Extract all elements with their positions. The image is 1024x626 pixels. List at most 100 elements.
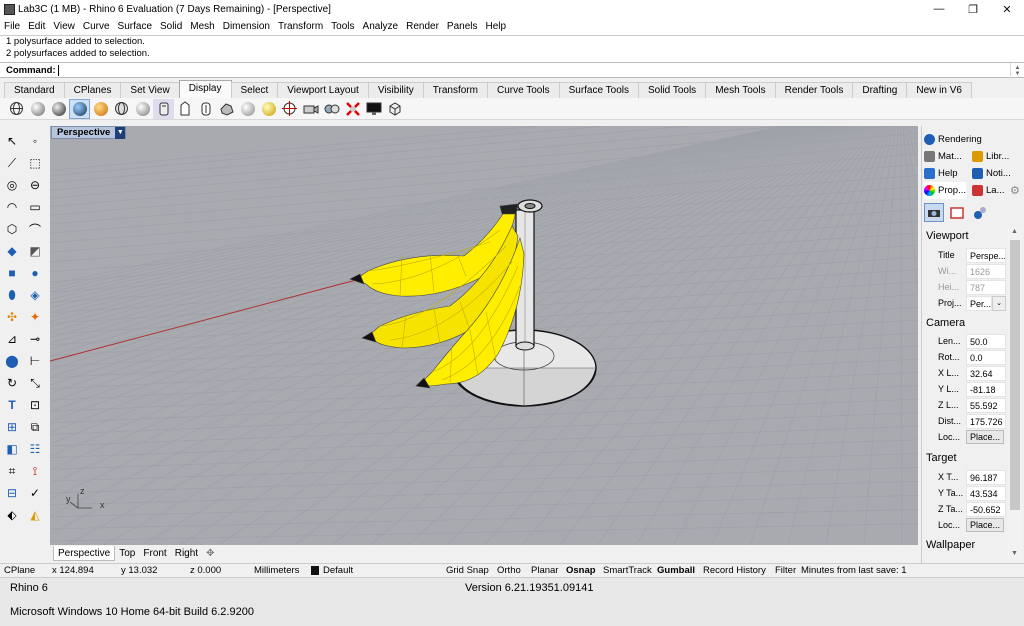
- toggle-smarttrack[interactable]: SmartTrack: [603, 565, 652, 576]
- tab-transform[interactable]: Transform: [422, 82, 488, 98]
- close-button[interactable]: ✕: [990, 0, 1024, 18]
- prop-value[interactable]: -50.652: [966, 501, 1006, 517]
- menu-tools[interactable]: Tools: [327, 21, 358, 32]
- prop-value[interactable]: 43.534: [966, 485, 1006, 501]
- light-icon[interactable]: [321, 99, 342, 119]
- shaded-icon[interactable]: [27, 99, 48, 119]
- render-icon[interactable]: ⬤: [2, 351, 22, 371]
- split-icon[interactable]: ⊢: [25, 351, 45, 371]
- ellipse-icon[interactable]: ⊖: [25, 175, 45, 195]
- menu-curve[interactable]: Curve: [79, 21, 114, 32]
- command-scrollbar[interactable]: ▲ ▼: [1010, 63, 1024, 79]
- panel-tab-layers[interactable]: La...: [972, 182, 1005, 199]
- wireframe-icon[interactable]: [6, 99, 27, 119]
- explode-icon[interactable]: ⬖: [2, 505, 22, 525]
- menu-panels[interactable]: Panels: [443, 21, 482, 32]
- tab-new-in-v6[interactable]: New in V6: [906, 82, 972, 98]
- chevron-down-icon[interactable]: ⌄: [992, 295, 1006, 311]
- trim-icon[interactable]: ⊸: [25, 329, 45, 349]
- analyze-icon[interactable]: ✣: [2, 307, 22, 327]
- surface-icon[interactable]: ◆: [2, 241, 22, 261]
- panel-tab-rendering[interactable]: Rendering: [924, 131, 982, 148]
- status-cplane[interactable]: CPlane: [4, 565, 35, 576]
- panel-tab-materials[interactable]: Mat...: [924, 148, 962, 165]
- rendered-icon[interactable]: [48, 99, 69, 119]
- tab-drafting[interactable]: Drafting: [852, 82, 908, 98]
- tab-visibility[interactable]: Visibility: [367, 82, 424, 98]
- tab-cplanes[interactable]: CPlanes: [63, 82, 122, 98]
- xray-icon[interactable]: [90, 99, 111, 119]
- viewport-tab-right[interactable]: Right: [171, 546, 202, 561]
- scroll-thumb[interactable]: [1010, 240, 1020, 510]
- menu-help[interactable]: Help: [482, 21, 511, 32]
- point-icon[interactable]: ◦: [25, 131, 45, 151]
- camera-icon[interactable]: [300, 99, 321, 119]
- viewport-tab-top[interactable]: Top: [115, 546, 139, 561]
- toggle-ortho[interactable]: Ortho: [497, 565, 521, 576]
- raytraced-icon[interactable]: [195, 99, 216, 119]
- tab-display[interactable]: Display: [178, 80, 232, 98]
- arctic-icon[interactable]: [174, 99, 195, 119]
- menu-dimension[interactable]: Dimension: [219, 21, 274, 32]
- toggle-record-history[interactable]: Record History: [703, 565, 766, 576]
- scale-icon[interactable]: ⤡: [25, 373, 45, 393]
- cylinder-icon[interactable]: ⬮: [2, 285, 22, 305]
- place-target-button[interactable]: Place...: [966, 518, 1004, 532]
- toggle-planar[interactable]: Planar: [531, 565, 558, 576]
- rotate-icon[interactable]: ↻: [2, 373, 22, 393]
- rectangle-icon[interactable]: ▭: [25, 197, 45, 217]
- toggle-grid-snap[interactable]: Grid Snap: [446, 565, 489, 576]
- camera-props-icon[interactable]: [924, 203, 944, 222]
- prop-value[interactable]: 55.592: [966, 397, 1006, 413]
- mirror-icon[interactable]: ⧉: [25, 417, 45, 437]
- tab-set-view[interactable]: Set View: [120, 82, 180, 98]
- maximize-button[interactable]: ❐: [956, 0, 990, 18]
- menu-edit[interactable]: Edit: [24, 21, 49, 32]
- monitor-icon[interactable]: [363, 99, 384, 119]
- tab-select[interactable]: Select: [230, 82, 279, 98]
- curve-icon[interactable]: ⬚: [25, 153, 45, 173]
- panel-tab-notifications[interactable]: Noti...: [972, 165, 1011, 182]
- panel-scrollbar[interactable]: ▲ ▼: [1008, 228, 1022, 562]
- menu-file[interactable]: File: [0, 21, 24, 32]
- menu-surface[interactable]: Surface: [114, 21, 156, 32]
- tab-solid-tools[interactable]: Solid Tools: [638, 82, 707, 98]
- chevron-down-icon[interactable]: ▼: [115, 126, 126, 139]
- mesh-icon[interactable]: ◈: [25, 285, 45, 305]
- artistic-icon[interactable]: [132, 99, 153, 119]
- panel-tab-libraries[interactable]: Libr...: [972, 148, 1009, 165]
- viewport-tab-perspective[interactable]: Perspective: [53, 545, 116, 561]
- tab-mesh-tools[interactable]: Mesh Tools: [705, 82, 776, 98]
- box-icon[interactable]: ■: [2, 263, 22, 283]
- menu-analyze[interactable]: Analyze: [359, 21, 403, 32]
- place-camera-button[interactable]: Place...: [966, 430, 1004, 444]
- status-layer[interactable]: Default: [323, 565, 353, 576]
- boolean-icon[interactable]: ●: [25, 263, 45, 283]
- toggle-filter[interactable]: Filter: [775, 565, 796, 576]
- prop-value[interactable]: 96.187: [966, 469, 1006, 485]
- viewport-props-icon[interactable]: [947, 203, 967, 222]
- arc-icon[interactable]: ◠: [2, 197, 22, 217]
- prop-value[interactable]: -81.18: [966, 381, 1006, 397]
- menu-mesh[interactable]: Mesh: [186, 21, 218, 32]
- curve-from-object-icon[interactable]: ⌒: [25, 219, 45, 239]
- history-icon[interactable]: ⌗: [2, 461, 22, 481]
- light-props-icon[interactable]: [970, 203, 990, 222]
- pen-icon[interactable]: [153, 98, 174, 119]
- shaded-sphere-icon[interactable]: [216, 99, 237, 119]
- viewport-name[interactable]: Perspective: [52, 127, 115, 138]
- scroll-down-icon[interactable]: ▼: [1015, 71, 1021, 77]
- tab-viewport-layout[interactable]: Viewport Layout: [277, 82, 369, 98]
- tab-surface-tools[interactable]: Surface Tools: [558, 82, 639, 98]
- toggle-osnap[interactable]: Osnap: [566, 565, 596, 576]
- tab-standard[interactable]: Standard: [4, 82, 65, 98]
- menu-render[interactable]: Render: [402, 21, 443, 32]
- technical-icon[interactable]: [111, 99, 132, 119]
- cage-icon[interactable]: ⊟: [2, 483, 22, 503]
- array-icon[interactable]: ⊞: [2, 417, 22, 437]
- command-line[interactable]: Command: ▲ ▼: [0, 62, 1024, 79]
- circle-icon[interactable]: ◎: [2, 175, 22, 195]
- grid-icon[interactable]: ☷: [25, 439, 45, 459]
- viewport-tab-front[interactable]: Front: [139, 546, 170, 561]
- layer-color-swatch[interactable]: [311, 566, 319, 575]
